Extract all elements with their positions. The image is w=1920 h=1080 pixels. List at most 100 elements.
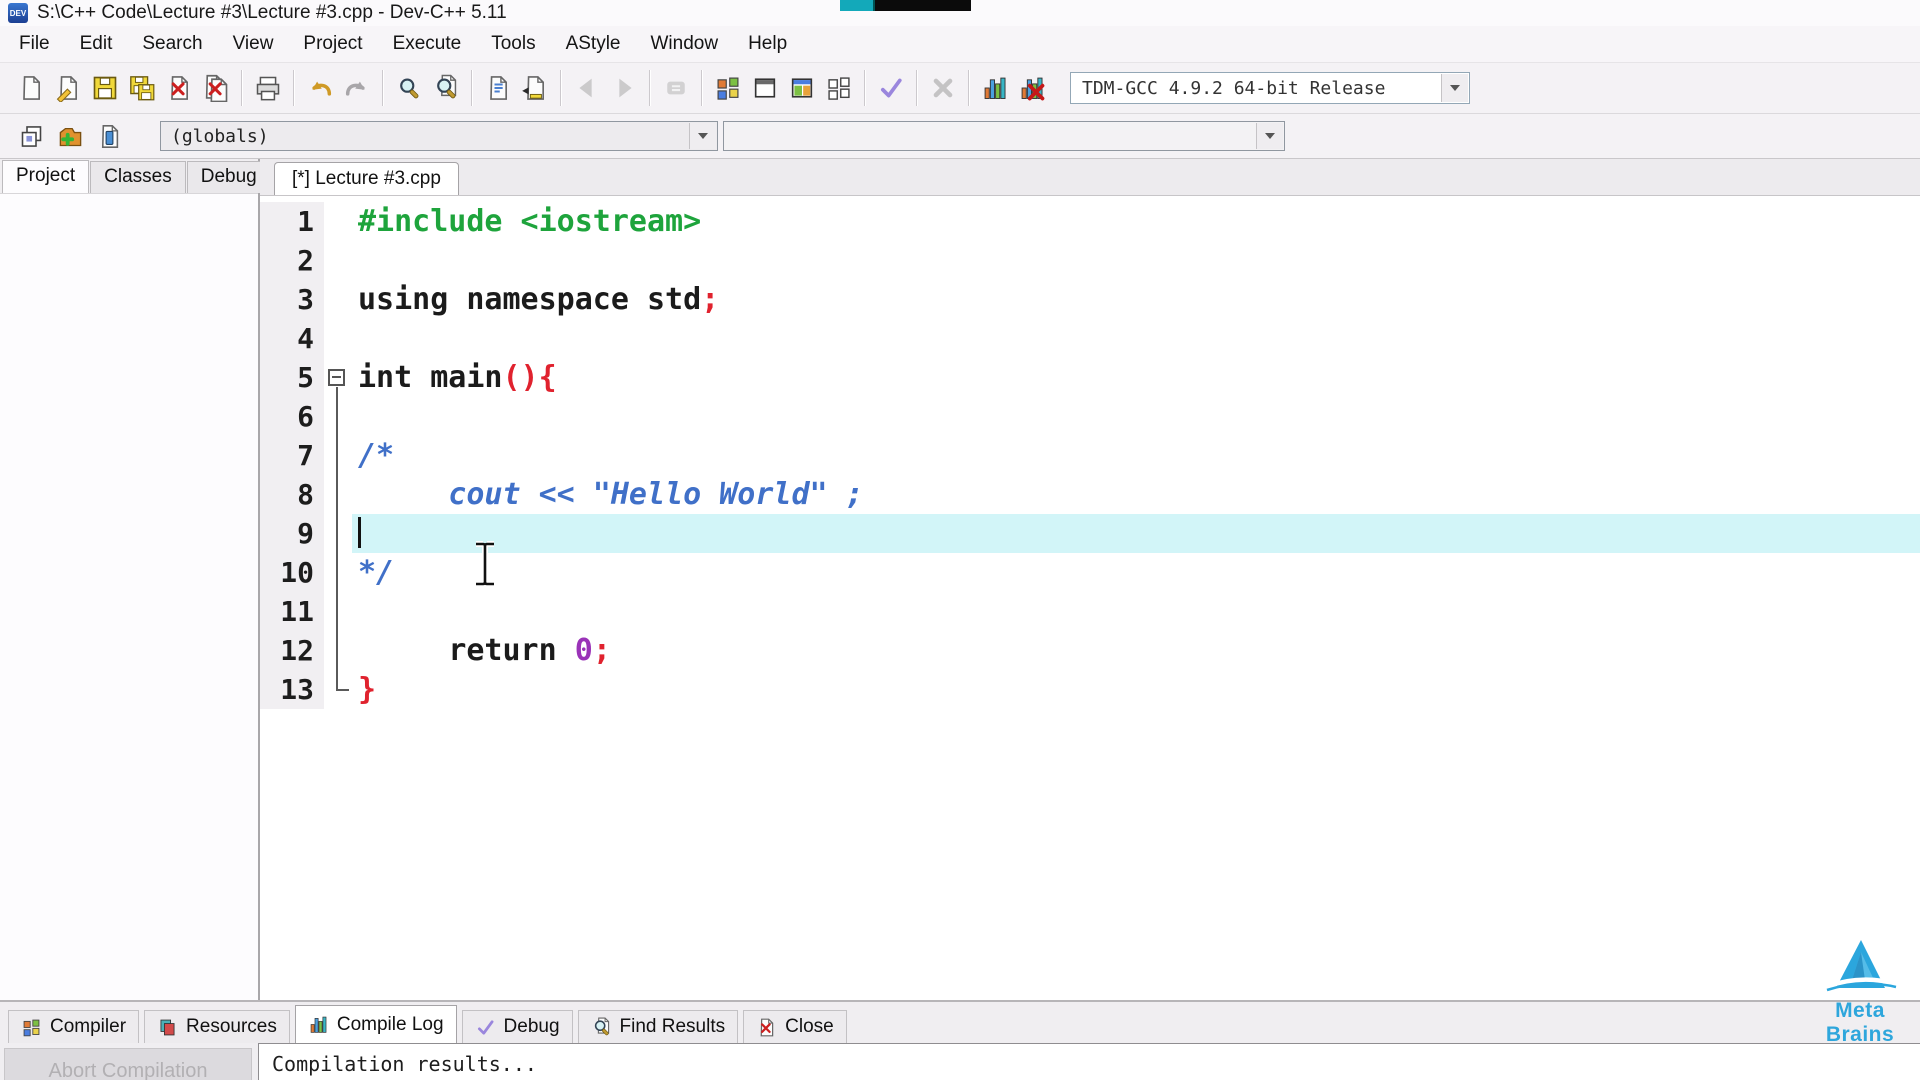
rebuild-icon[interactable]	[820, 69, 857, 107]
ibeam-mouse-cursor	[476, 541, 494, 587]
compiler-profile-select[interactable]: TDM-GCC 4.9.2 64-bit Release	[1070, 72, 1470, 104]
abort-compilation-button[interactable]: Abort Compilation	[4, 1048, 252, 1080]
goto-line-icon[interactable]	[479, 69, 516, 107]
report-tab-compiler[interactable]: Compiler	[8, 1010, 140, 1043]
print-icon[interactable]	[249, 69, 286, 107]
chevron-down-icon[interactable]	[1256, 123, 1283, 149]
code-line-text[interactable]	[352, 592, 1920, 631]
menu-search[interactable]: Search	[127, 28, 217, 60]
run-icon[interactable]	[746, 69, 783, 107]
project-panel-body	[0, 194, 258, 1000]
menu-help[interactable]: Help	[733, 28, 802, 60]
close-all-icon[interactable]	[197, 69, 234, 107]
code-lines: 1 #include <iostream> 2 3 using namespace st…	[260, 202, 1920, 709]
code-line-text[interactable]	[352, 397, 1920, 436]
code-line-8[interactable]: 8 cout << "Hello World" ;	[260, 475, 1920, 514]
abort-icon[interactable]	[924, 69, 961, 107]
page-next-icon[interactable]	[516, 69, 553, 107]
token-comment: cout << "Hello World" ;	[358, 477, 864, 512]
block-icon[interactable]	[657, 69, 694, 107]
report-tab-compile-log[interactable]: Compile Log	[294, 1005, 457, 1043]
menu-project[interactable]: Project	[288, 28, 377, 60]
chevron-down-icon[interactable]	[1441, 74, 1468, 102]
globals-combo-value: (globals)	[171, 125, 269, 147]
code-line-13[interactable]: 13}	[260, 670, 1920, 709]
debug-check-icon[interactable]	[872, 69, 909, 107]
report-tab-find-results[interactable]: Find Results	[577, 1010, 739, 1043]
code-line-text[interactable]: return 0;	[352, 631, 1920, 670]
code-line-5[interactable]: 5 int main(){	[260, 358, 1920, 397]
code-line-text[interactable]: int main(){	[352, 358, 1920, 397]
replace-icon[interactable]	[427, 69, 464, 107]
add-to-project-icon[interactable]	[53, 119, 87, 153]
code-line-1[interactable]: 1 #include <iostream>	[260, 202, 1920, 241]
code-line-text[interactable]	[352, 319, 1920, 358]
redo-icon[interactable]	[338, 69, 375, 107]
chevron-down-icon[interactable]	[689, 123, 716, 149]
explorer-tab-project[interactable]: Project	[2, 160, 90, 193]
new-window-icon[interactable]	[14, 119, 48, 153]
line-number: 12	[260, 631, 324, 670]
code-line-text[interactable]	[352, 241, 1920, 280]
report-tab-close[interactable]: Close	[743, 1010, 847, 1043]
code-line-11[interactable]: 11	[260, 592, 1920, 631]
line-number: 5	[260, 358, 324, 397]
overlay-black-block	[875, 0, 971, 11]
code-line-text[interactable]: */	[352, 553, 1920, 592]
member-combo[interactable]	[723, 121, 1285, 151]
menu-tools[interactable]: Tools	[476, 28, 550, 60]
toolbar-separator	[382, 70, 383, 106]
fold-margin	[324, 319, 352, 358]
menu-window[interactable]: Window	[636, 28, 734, 60]
open-file-icon[interactable]	[49, 69, 86, 107]
menu-execute[interactable]: Execute	[378, 28, 477, 60]
report-tab-debug[interactable]: Debug	[461, 1010, 573, 1043]
save-icon[interactable]	[86, 69, 123, 107]
report-tab-label: Compiler	[50, 1016, 127, 1037]
collapse-minus-icon[interactable]	[328, 369, 345, 386]
line-number: 10	[260, 553, 324, 592]
code-line-6[interactable]: 6	[260, 397, 1920, 436]
code-line-text[interactable]: using namespace std;	[352, 280, 1920, 319]
menu-file[interactable]: File	[4, 28, 65, 60]
code-line-text[interactable]: cout << "Hello World" ;	[352, 475, 1920, 514]
code-editor[interactable]: 1 #include <iostream> 2 3 using namespace st…	[260, 196, 1920, 1000]
report-tab-resources[interactable]: Resources	[144, 1010, 290, 1043]
explorer-tab-classes[interactable]: Classes	[90, 161, 186, 193]
find-icon[interactable]	[390, 69, 427, 107]
code-line-text[interactable]: /*	[352, 436, 1920, 475]
toolbar-separator	[701, 70, 702, 106]
toolbar-groups	[12, 69, 1050, 107]
text-caret	[358, 517, 361, 548]
forward-icon[interactable]	[605, 69, 642, 107]
code-line-9[interactable]: 9	[260, 514, 1920, 553]
code-line-text[interactable]: #include <iostream>	[352, 202, 1920, 241]
code-line-3[interactable]: 3 using namespace std;	[260, 280, 1920, 319]
compile-log-text: Compilation results...	[272, 1052, 537, 1076]
close-x-icon	[756, 1017, 777, 1038]
remove-from-project-icon[interactable]	[92, 119, 126, 153]
fold-toggle[interactable]	[324, 358, 352, 397]
compile-run-icon[interactable]	[783, 69, 820, 107]
explorer-tab-debug[interactable]: Debug	[186, 161, 271, 193]
menu-edit[interactable]: Edit	[65, 28, 128, 60]
menu-view[interactable]: View	[218, 28, 289, 60]
close-file-icon[interactable]	[160, 69, 197, 107]
code-line-text[interactable]	[352, 514, 1920, 553]
new-file-icon[interactable]	[12, 69, 49, 107]
code-line-2[interactable]: 2	[260, 241, 1920, 280]
profile-icon[interactable]	[976, 69, 1013, 107]
menu-astyle[interactable]: AStyle	[551, 28, 636, 60]
code-line-12[interactable]: 12 return 0;	[260, 631, 1920, 670]
code-line-10[interactable]: 10 */	[260, 553, 1920, 592]
profile-del-icon[interactable]	[1013, 69, 1050, 107]
code-line-text[interactable]: }	[352, 670, 1920, 709]
undo-icon[interactable]	[301, 69, 338, 107]
compile-icon[interactable]	[709, 69, 746, 107]
code-line-4[interactable]: 4	[260, 319, 1920, 358]
back-icon[interactable]	[568, 69, 605, 107]
editor-tab-lecture3[interactable]: [*] Lecture #3.cpp	[274, 162, 459, 195]
code-line-7[interactable]: 7 /*	[260, 436, 1920, 475]
globals-combo[interactable]: (globals)	[160, 121, 718, 151]
save-all-icon[interactable]	[123, 69, 160, 107]
